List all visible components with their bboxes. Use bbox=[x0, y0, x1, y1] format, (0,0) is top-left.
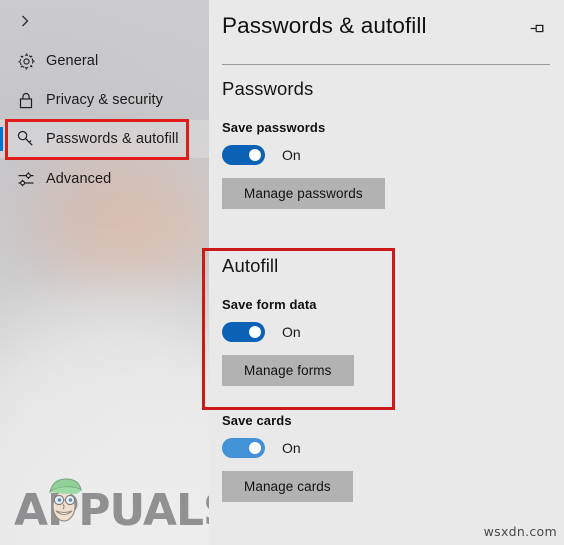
sidebar-item-label: Advanced bbox=[46, 171, 112, 187]
section-autofill: Autofill Save form data On Manage forms bbox=[222, 255, 552, 386]
toggle-row-save-cards: On bbox=[222, 438, 552, 458]
sidebar-expand-button[interactable] bbox=[0, 2, 209, 40]
pin-button[interactable] bbox=[526, 20, 548, 42]
section-heading: Passwords bbox=[222, 78, 314, 99]
section-heading: Autofill bbox=[222, 255, 279, 276]
section-passwords: Passwords Save passwords On Manage passw… bbox=[222, 78, 552, 209]
manage-passwords-button[interactable]: Manage passwords bbox=[222, 178, 385, 209]
site-watermark: wsxdn.com bbox=[483, 524, 557, 539]
gear-icon bbox=[13, 52, 39, 71]
settings-sidebar: General Privacy & security Passwords & a… bbox=[0, 0, 209, 545]
manage-forms-button[interactable]: Manage forms bbox=[222, 355, 354, 386]
sliders-icon bbox=[13, 170, 39, 189]
save-form-data-toggle-state: On bbox=[282, 324, 301, 340]
sidebar-item-general[interactable]: General bbox=[0, 42, 209, 80]
settings-window: General Privacy & security Passwords & a… bbox=[0, 0, 564, 545]
sidebar-item-advanced[interactable]: Advanced bbox=[0, 160, 209, 198]
header-divider bbox=[222, 64, 550, 65]
sidebar-item-privacy-security[interactable]: Privacy & security bbox=[0, 81, 209, 119]
save-cards-toggle[interactable] bbox=[222, 438, 265, 458]
toggle-knob bbox=[249, 442, 261, 454]
save-cards-toggle-state: On bbox=[282, 440, 301, 456]
save-form-data-toggle[interactable] bbox=[222, 322, 265, 342]
toggle-row-save-form-data: On bbox=[222, 322, 552, 342]
selected-accent-bar bbox=[0, 127, 3, 151]
sidebar-item-label: Privacy & security bbox=[46, 92, 164, 108]
lock-icon bbox=[13, 91, 39, 110]
page-header: Passwords & autofill bbox=[222, 13, 552, 42]
chevron-right-icon bbox=[14, 10, 36, 32]
sidebar-item-label: General bbox=[46, 53, 99, 69]
save-passwords-toggle-state: On bbox=[282, 147, 301, 163]
key-icon bbox=[13, 129, 39, 149]
save-passwords-toggle[interactable] bbox=[222, 145, 265, 165]
manage-cards-button[interactable]: Manage cards bbox=[222, 471, 353, 502]
page-title: Passwords & autofill bbox=[222, 13, 427, 38]
setting-label-save-cards: Save cards bbox=[222, 413, 292, 428]
section-save-cards: Save cards On Manage cards bbox=[222, 413, 552, 502]
setting-label-save-passwords: Save passwords bbox=[222, 120, 326, 135]
settings-main-panel: Passwords & autofill Passwords Save pass… bbox=[209, 0, 564, 545]
sidebar-item-passwords-autofill[interactable]: Passwords & autofill bbox=[0, 120, 209, 158]
sidebar-item-label: Passwords & autofill bbox=[46, 131, 179, 147]
toggle-knob bbox=[249, 149, 261, 161]
pin-icon bbox=[528, 20, 546, 43]
toggle-knob bbox=[249, 326, 261, 338]
toggle-row-save-passwords: On bbox=[222, 145, 552, 165]
setting-label-save-form-data: Save form data bbox=[222, 297, 317, 312]
